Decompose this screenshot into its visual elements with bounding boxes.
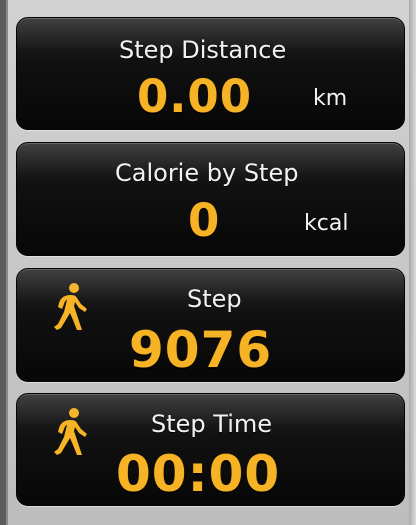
calorie-value: 0 — [188, 194, 221, 247]
step-label: Step — [187, 285, 242, 313]
step-distance-tile[interactable]: Step Distance 0.00 km — [16, 17, 405, 130]
step-time-label: Step Time — [151, 410, 273, 438]
step-time-value: 00:00 — [116, 445, 281, 503]
right-border — [409, 0, 416, 525]
walking-person-icon — [54, 283, 87, 330]
step-distance-value: 0.00 — [137, 70, 253, 123]
calorie-by-step-label: Calorie by Step — [115, 159, 299, 187]
step-distance-label: Step Distance — [119, 36, 287, 64]
left-border-highlight — [6, 0, 8, 525]
step-tile[interactable]: Step 9076 — [16, 268, 405, 382]
step-count-value: 9076 — [129, 321, 273, 379]
step-time-tile[interactable]: Step Time 00:00 — [16, 393, 405, 506]
walking-person-icon — [54, 408, 87, 455]
step-distance-unit: km — [313, 86, 348, 111]
calorie-by-step-tile[interactable]: Calorie by Step 0 kcal — [16, 142, 405, 256]
calorie-unit: kcal — [304, 211, 349, 236]
panel-background: Step Distance 0.00 km Calorie by Step 0 … — [0, 0, 416, 525]
